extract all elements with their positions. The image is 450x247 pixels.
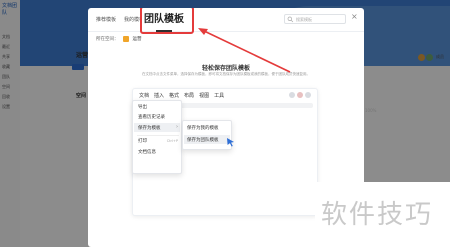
demo-menubar: 文档 插入 格式 布局 视图 工具: [139, 92, 224, 99]
team-badge-icon: [122, 36, 129, 42]
tab-mine[interactable]: 我的模板: [124, 16, 140, 23]
demo-menu-item: 文档: [139, 93, 150, 99]
menu-item-export: 导出: [138, 105, 147, 110]
demo-menu-item: 格式: [169, 93, 180, 99]
team-space-name[interactable]: 运营: [133, 36, 142, 42]
search-input[interactable]: 搜索模板: [284, 14, 346, 24]
submenu-item-my-template: 保存为我的模板: [187, 126, 219, 131]
menu-divider: [137, 135, 179, 136]
close-icon[interactable]: ×: [351, 13, 358, 21]
team-space-label: 所在空间：: [96, 37, 119, 42]
menu-item-print: 打印: [138, 139, 147, 144]
demo-menu-item: 布局: [184, 93, 195, 99]
empty-state-title: 轻松保存团队模板: [201, 65, 250, 72]
print-shortcut: Ctrl+P: [166, 139, 178, 143]
modal-tabs: 推荐模板 我的模板 团队模板 搜索模板 ×: [88, 8, 364, 34]
demo-template-submenu: 保存为我的模板 保存为团队模板: [182, 120, 232, 150]
demo-file-menu: 导出 查看历史记录 保存为模板 › 打印 Ctrl+P 文档信息: [132, 100, 182, 174]
watermark-text: 软件技巧: [321, 200, 434, 230]
demo-menu-item: 插入: [154, 93, 165, 99]
search-icon: [287, 16, 294, 23]
tab-recommended[interactable]: 推荐模板: [96, 16, 116, 23]
demo-menu-item: 视图: [199, 93, 210, 99]
menu-item-doc-info: 文档信息: [138, 150, 156, 155]
menu-item-history: 查看历史记录: [138, 115, 165, 120]
submenu-item-team-template: 保存为团队模板: [187, 138, 219, 143]
highlight-box: [140, 8, 194, 34]
zoom-level: 100%: [365, 108, 377, 113]
menu-item-save-as-template: 保存为模板: [138, 126, 161, 131]
demo-window-dots: [289, 92, 311, 98]
empty-state-description: 在文档中点击文件菜单，选择保存为模板，即可将文档保存为团队模板或我的模板，便于团…: [142, 72, 310, 76]
demo-menu-item: 工具: [214, 93, 225, 99]
watermark: 软件技巧: [315, 182, 450, 247]
cursor-icon: [227, 138, 234, 147]
chevron-right-icon: ›: [176, 124, 178, 130]
search-placeholder: 搜索模板: [296, 17, 312, 22]
team-space-row: 所在空间： 运营: [96, 36, 142, 42]
